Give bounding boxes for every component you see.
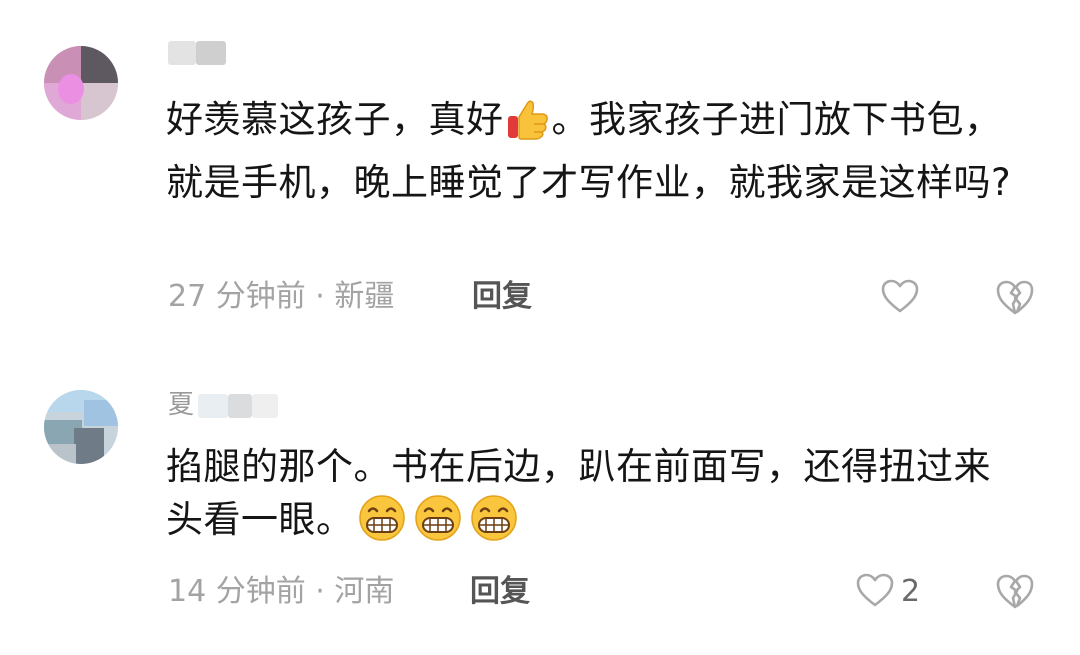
- dislike-button[interactable]: [994, 278, 1036, 318]
- comment-text-part: 掐腿的那个。书在后边，趴在前面写，还得扭过来头看一眼。: [166, 445, 991, 541]
- avatar[interactable]: [44, 390, 118, 464]
- broken-heart-icon: [994, 280, 1036, 320]
- reply-button[interactable]: 回复: [472, 279, 532, 315]
- heart-icon: [855, 572, 895, 612]
- comment-time-location: 14 分钟前 · 河南: [168, 574, 395, 609]
- reply-button[interactable]: 回复: [470, 574, 530, 610]
- like-button[interactable]: 2: [855, 572, 920, 612]
- like-count: 2: [901, 574, 921, 609]
- dislike-button[interactable]: [994, 572, 1036, 612]
- username-visible: 夏: [168, 390, 195, 420]
- comment-text-part: 好羡慕这孩子，真好: [166, 98, 504, 141]
- username[interactable]: 夏: [168, 390, 279, 420]
- broken-heart-icon: [994, 574, 1036, 614]
- thumbs-up-icon: [505, 96, 551, 156]
- grinning-face-icon: [355, 494, 409, 556]
- like-button[interactable]: [880, 278, 926, 318]
- username-blurred[interactable]: [168, 37, 226, 67]
- avatar[interactable]: [44, 46, 118, 120]
- heart-icon: [880, 278, 920, 318]
- comment-item: 夏 掐腿的那个。书在后边，趴在前面写，还得扭过来头看一眼。 14 分钟前 · 河…: [0, 340, 1080, 655]
- comment-text: 掐腿的那个。书在后边，趴在前面写，还得扭过来头看一眼。: [166, 440, 1026, 556]
- grinning-face-icon: [411, 494, 465, 556]
- comment-text: 好羡慕这孩子，真好 。我家孩子进门放下书包，就是手机，晚上睡觉了才写作业，就我家…: [166, 93, 1026, 209]
- comment-item: 好羡慕这孩子，真好 。我家孩子进门放下书包，就是手机，晚上睡觉了才写作业，就我家…: [0, 0, 1080, 340]
- grinning-face-icon: [467, 494, 521, 556]
- comment-time-location: 27 分钟前 · 新疆: [168, 279, 395, 314]
